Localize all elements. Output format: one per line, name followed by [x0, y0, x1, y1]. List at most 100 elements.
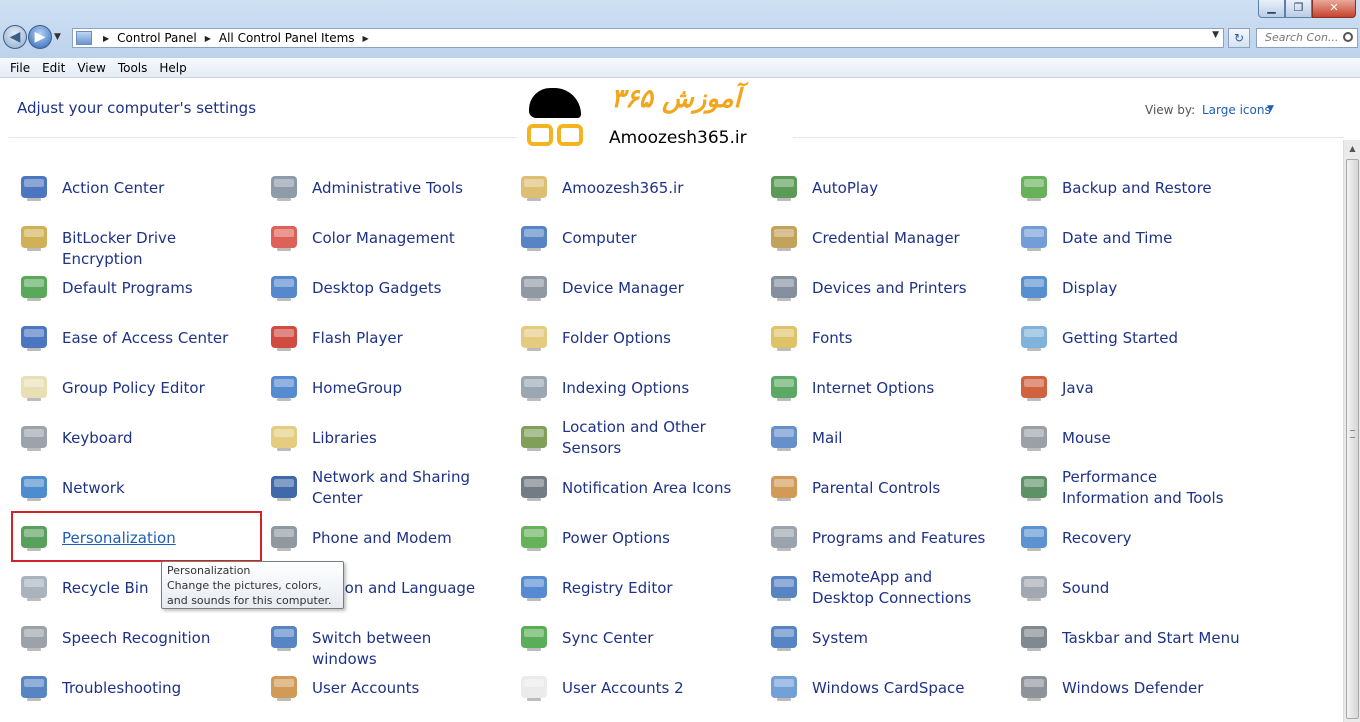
menu-help[interactable]: Help — [153, 58, 192, 78]
cardspace-icon — [768, 672, 800, 704]
control-panel-item[interactable]: Administrative Tools — [250, 164, 500, 212]
sync-icon — [518, 622, 550, 654]
control-panel-item[interactable]: Programs and Features — [750, 514, 1000, 562]
control-panel-item[interactable]: Mail — [750, 414, 1000, 462]
search-icon[interactable] — [1343, 32, 1353, 42]
control-panel-item[interactable]: Troubleshooting — [0, 664, 250, 712]
control-panel-item[interactable]: Action Center — [0, 164, 250, 212]
control-panel-item[interactable]: Computer — [500, 214, 750, 262]
control-panel-icon — [76, 31, 92, 45]
control-panel-item[interactable]: Recovery — [1000, 514, 1250, 562]
control-panel-item[interactable]: Java — [1000, 364, 1250, 412]
control-panel-item[interactable]: User Accounts 2 — [500, 664, 750, 712]
defender-icon — [1018, 672, 1050, 704]
control-panel-item[interactable]: Date and Time — [1000, 214, 1250, 262]
control-panel-item[interactable]: Switch between windows — [250, 614, 500, 668]
close-button[interactable]: ✕ — [1312, 0, 1356, 18]
item-label: Registry Editor — [562, 579, 673, 597]
breadcrumb-separator[interactable]: ▶ — [363, 34, 369, 43]
control-panel-item[interactable]: Desktop Gadgets — [250, 264, 500, 312]
control-panel-item[interactable]: Libraries — [250, 414, 500, 462]
sensors-icon — [518, 422, 550, 454]
control-panel-item[interactable]: Performance Information and Tools — [1000, 464, 1250, 512]
control-panel-item[interactable]: Windows Defender — [1000, 664, 1250, 712]
control-panel-item[interactable]: Parental Controls — [750, 464, 1000, 512]
control-panel-item[interactable]: Phone and Modem — [250, 514, 500, 562]
control-panel-item[interactable]: Windows CardSpace — [750, 664, 1000, 712]
control-panel-item[interactable]: User Accounts — [250, 664, 500, 712]
control-panel-item[interactable]: Sync Center — [500, 614, 750, 662]
item-label: Credential Manager — [812, 229, 960, 247]
control-panel-item[interactable]: Backup and Restore — [1000, 164, 1250, 212]
control-panel-item[interactable]: Taskbar and Start Menu — [1000, 614, 1250, 662]
keyboard-icon — [18, 422, 50, 454]
menu-file[interactable]: File — [4, 58, 36, 78]
item-label: Fonts — [812, 329, 853, 347]
remoteapp-icon — [768, 572, 800, 604]
menu-edit[interactable]: Edit — [36, 58, 71, 78]
back-button[interactable]: ◀ — [3, 25, 27, 49]
control-panel-item[interactable]: Getting Started — [1000, 314, 1250, 362]
chevron-down-icon[interactable]: ▼ — [1267, 104, 1274, 114]
tooltip-title: Personalization — [167, 564, 251, 577]
item-label: Power Options — [562, 529, 670, 547]
control-panel-item[interactable]: HomeGroup — [250, 364, 500, 412]
control-panel-item[interactable]: BitLocker Drive Encryption — [0, 214, 250, 268]
control-panel-item[interactable]: Speech Recognition — [0, 614, 250, 662]
control-panel-item[interactable]: Mouse — [1000, 414, 1250, 462]
window-controls: ▁ ❐ ✕ — [1258, 0, 1356, 18]
control-panel-item[interactable]: Network — [0, 464, 250, 512]
menu-tools[interactable]: Tools — [112, 58, 154, 78]
control-panel-item[interactable]: Location and Other Sensors — [500, 414, 750, 462]
search-input[interactable]: Search Con... — [1256, 28, 1358, 48]
control-panel-item[interactable]: Device Manager — [500, 264, 750, 312]
network-icon — [18, 472, 50, 504]
control-panel-item[interactable]: Folder Options — [500, 314, 750, 362]
color-management-icon — [268, 222, 300, 254]
address-bar[interactable]: ▶ Control Panel ▶ All Control Panel Item… — [72, 28, 1224, 48]
control-panel-item[interactable]: Default Programs — [0, 264, 250, 312]
address-dropdown[interactable]: ▼ — [1212, 30, 1219, 40]
control-panel-item[interactable]: Group Policy Editor — [0, 364, 250, 412]
breadcrumb-all-items[interactable]: All Control Panel Items — [219, 31, 355, 45]
control-panel-item[interactable]: Registry Editor — [500, 564, 750, 612]
control-panel-item[interactable]: Credential Manager — [750, 214, 1000, 262]
control-panel-item[interactable]: System — [750, 614, 1000, 662]
control-panel-item[interactable]: Color Management — [250, 214, 500, 262]
maximize-button[interactable]: ❐ — [1285, 0, 1312, 18]
control-panel-item[interactable]: Notification Area Icons — [500, 464, 750, 512]
breadcrumb-control-panel[interactable]: Control Panel — [117, 31, 197, 45]
control-panel-item[interactable]: Fonts — [750, 314, 1000, 362]
scrollbar-thumb[interactable] — [1346, 159, 1359, 719]
minimize-button[interactable]: ▁ — [1258, 0, 1285, 18]
vertical-scrollbar[interactable]: ▲ — [1343, 140, 1360, 722]
getting-started-icon — [1018, 322, 1050, 354]
breadcrumb-separator[interactable]: ▶ — [103, 34, 109, 43]
item-label: Phone and Modem — [312, 529, 452, 547]
control-panel-item[interactable]: Keyboard — [0, 414, 250, 462]
item-label: Color Management — [312, 229, 455, 247]
control-panel-item[interactable]: Ease of Access Center — [0, 314, 250, 362]
control-panel-item[interactable]: Display — [1000, 264, 1250, 312]
control-panel-item[interactable]: Flash Player — [250, 314, 500, 362]
control-panel-item[interactable]: Sound — [1000, 564, 1250, 612]
breadcrumb-separator[interactable]: ▶ — [205, 34, 211, 43]
item-label: Mouse — [1062, 429, 1111, 447]
control-panel-item[interactable]: Devices and Printers — [750, 264, 1000, 312]
gadgets-icon — [268, 272, 300, 304]
scroll-up-icon[interactable]: ▲ — [1344, 140, 1360, 157]
refresh-button[interactable]: ↻ — [1228, 28, 1250, 48]
menu-view[interactable]: View — [71, 58, 111, 78]
control-panel-item[interactable]: Amoozesh365.ir — [500, 164, 750, 212]
control-panel-item[interactable]: Indexing Options — [500, 364, 750, 412]
forward-button[interactable]: ▶ — [28, 25, 52, 49]
ease-of-access-icon — [18, 322, 50, 354]
control-panel-item[interactable]: RemoteApp and Desktop Connections — [750, 564, 1000, 612]
recent-pages-dropdown[interactable]: ▼ — [54, 32, 61, 42]
control-panel-item[interactable]: Power Options — [500, 514, 750, 562]
view-by-dropdown[interactable]: Large icons — [1202, 103, 1271, 117]
control-panel-item[interactable]: Internet Options — [750, 364, 1000, 412]
view-by-label: View by: — [1145, 103, 1196, 117]
control-panel-item[interactable]: Network and Sharing Center — [250, 464, 500, 512]
control-panel-item[interactable]: AutoPlay — [750, 164, 1000, 212]
